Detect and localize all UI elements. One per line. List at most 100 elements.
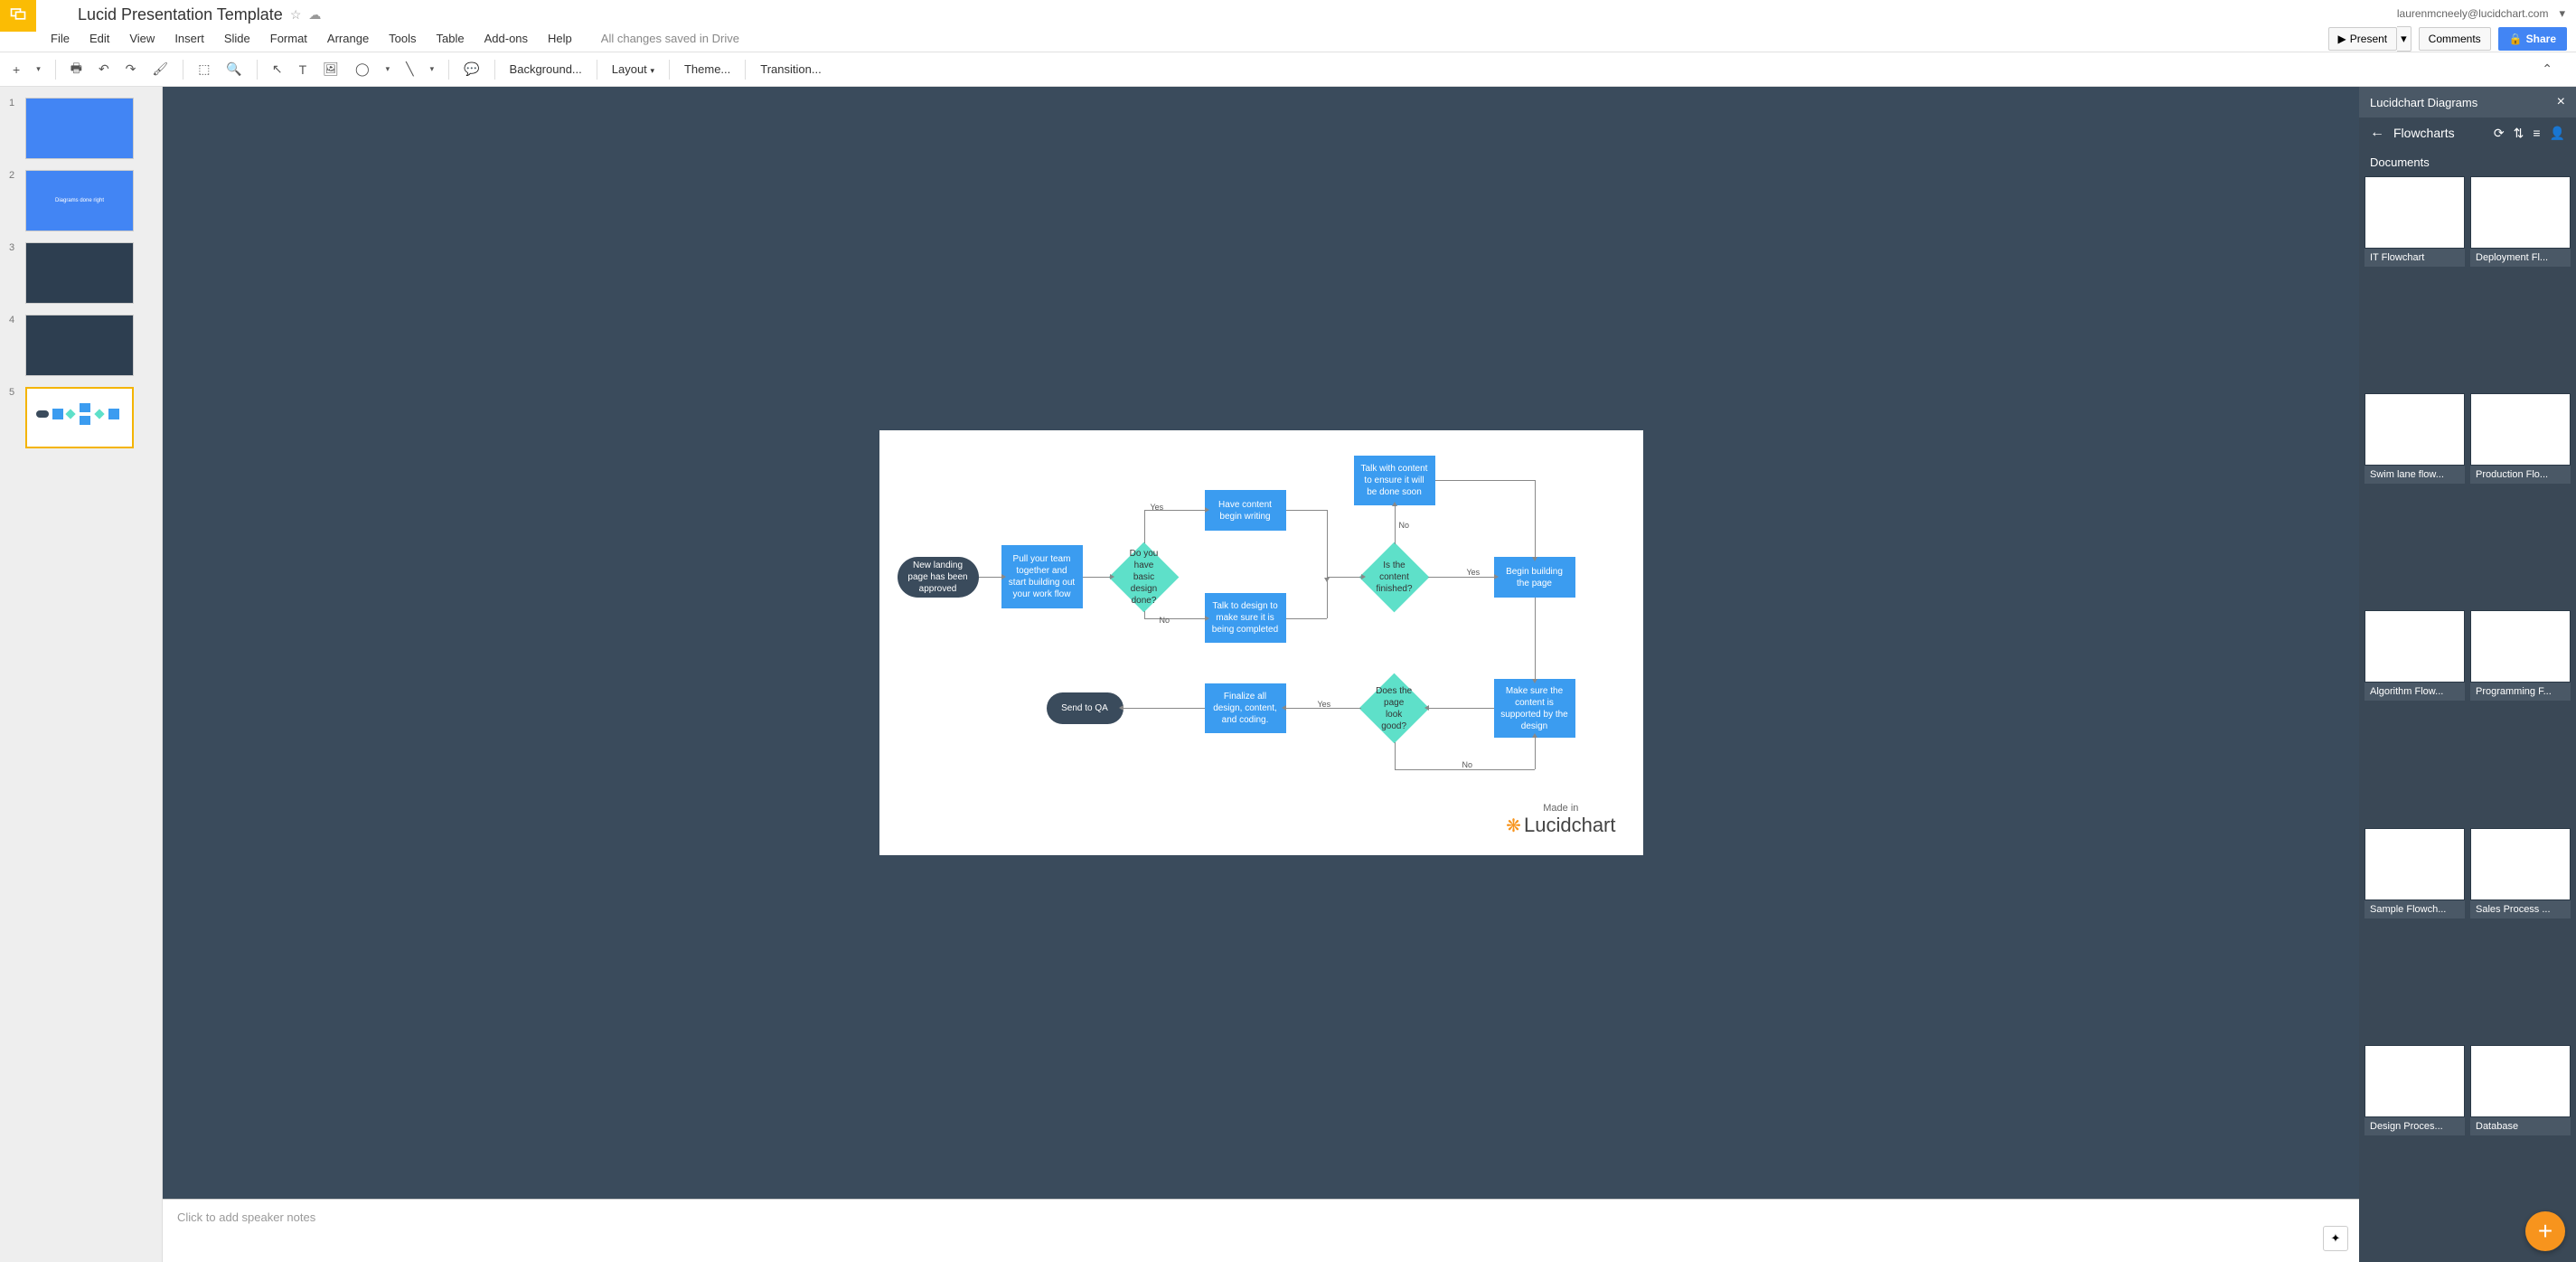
flowchart-edge [1286, 618, 1327, 619]
share-button[interactable]: 🔒 Share [2498, 27, 2567, 51]
doc-title[interactable]: Lucid Presentation Template [78, 5, 283, 24]
new-slide-dropdown[interactable]: ▾ [31, 61, 46, 78]
slide-thumbnail[interactable] [25, 387, 134, 448]
flowchart-edge [1428, 577, 1494, 578]
comment-icon[interactable]: 💬 [458, 58, 484, 80]
doc-card[interactable]: Sales Process ... [2470, 828, 2571, 1040]
doc-card[interactable]: Sample Flowch... [2364, 828, 2465, 1040]
menu-tools[interactable]: Tools [380, 28, 425, 49]
menu-view[interactable]: View [120, 28, 164, 49]
menu-add-ons[interactable]: Add-ons [475, 28, 537, 49]
add-diagram-fab[interactable]: + [2525, 1211, 2565, 1251]
comments-button[interactable]: Comments [2419, 27, 2491, 51]
flowchart-end[interactable]: Send to QA [1047, 692, 1123, 724]
sidebar-title: Lucidchart Diagrams [2370, 96, 2477, 109]
flowchart-decision[interactable]: Do you have basic design done? [1108, 542, 1179, 613]
menu-slide[interactable]: Slide [215, 28, 259, 49]
sort-icon[interactable]: ⇅ [2514, 126, 2524, 141]
print-icon[interactable]: 🖶 [65, 55, 88, 84]
flowchart-process[interactable]: Talk with content to ensure it will be d… [1354, 456, 1435, 505]
menu-insert[interactable]: Insert [165, 28, 213, 49]
new-slide-button[interactable]: + [7, 59, 25, 80]
doc-card[interactable]: Programming F... [2470, 610, 2571, 822]
doc-card[interactable]: Swim lane flow... [2364, 393, 2465, 605]
explore-button[interactable]: ✦ [2323, 1226, 2348, 1251]
close-icon[interactable]: × [2557, 94, 2565, 110]
slide-number: 3 [9, 242, 20, 304]
toolbar-separator [55, 60, 56, 80]
flowchart-edge [1395, 769, 1535, 770]
collapse-toolbar-icon[interactable]: ⌃ [2536, 58, 2558, 80]
select-tool-icon[interactable]: ↖ [267, 58, 288, 80]
redo-icon[interactable]: ↷ [120, 58, 142, 80]
paint-format-icon[interactable]: 🖌 [146, 58, 174, 80]
account-icon[interactable]: 👤 [2550, 126, 2565, 141]
shape-dropdown-icon[interactable]: ▾ [381, 61, 396, 78]
flowchart-decision[interactable]: Does the page look good? [1359, 673, 1429, 744]
doc-card[interactable]: Design Proces... [2364, 1045, 2465, 1257]
flowchart-process[interactable]: Finalize all design, content, and coding… [1205, 683, 1286, 733]
slide-thumbnail[interactable] [25, 315, 134, 376]
transition-button[interactable]: Transition... [755, 59, 826, 80]
share-icon: 🔒 [2509, 33, 2523, 45]
move-to-folder-icon[interactable]: ☁ [308, 7, 321, 23]
slide-thumbnail[interactable] [25, 242, 134, 304]
app-logo[interactable] [0, 0, 36, 32]
flowchart-process[interactable]: Have content begin writing [1205, 490, 1286, 531]
background-button[interactable]: Background... [504, 59, 588, 80]
line-dropdown-icon[interactable]: ▾ [425, 61, 440, 78]
user-email[interactable]: laurenmcneely@lucidchart.com [2397, 7, 2549, 20]
slide-number: 2 [9, 170, 20, 231]
menu-file[interactable]: File [42, 28, 79, 49]
flowchart-edge [1144, 510, 1145, 543]
slide-canvas[interactable]: New landing page has been approved Pull … [879, 430, 1643, 855]
slide-number: 4 [9, 315, 20, 376]
doc-card[interactable]: Deployment Fl... [2470, 176, 2571, 388]
flowchart-process[interactable]: Begin building the page [1494, 557, 1575, 598]
flowchart-process[interactable]: Make sure the content is supported by th… [1494, 679, 1575, 738]
refresh-icon[interactable]: ⟳ [2494, 126, 2505, 141]
flowchart-start[interactable]: New landing page has been approved [898, 557, 979, 598]
flowchart-edge [1535, 480, 1536, 557]
doc-card[interactable]: Algorithm Flow... [2364, 610, 2465, 822]
undo-icon[interactable]: ↶ [93, 58, 115, 80]
flowchart-edge [1535, 598, 1536, 679]
text-box-icon[interactable]: T [294, 59, 313, 80]
present-dropdown[interactable]: ▾ [2397, 26, 2411, 52]
slide-thumbnail[interactable]: Diagrams done right [25, 170, 134, 231]
star-icon[interactable]: ☆ [290, 7, 302, 23]
slide-number: 5 [9, 387, 20, 448]
edge-label-no: No [1399, 521, 1410, 530]
flowchart-decision[interactable]: Is the content finished? [1359, 542, 1429, 613]
sidebar-nav-title: Flowcharts [2393, 126, 2485, 140]
theme-button[interactable]: Theme... [679, 59, 736, 80]
doc-card[interactable]: Production Flo... [2470, 393, 2571, 605]
line-tool-icon[interactable]: ╲ [400, 58, 418, 80]
slide-thumbnail[interactable] [25, 98, 134, 159]
image-icon[interactable]: 🖼 [317, 58, 344, 80]
flowchart-edge [1395, 742, 1396, 769]
flowchart-edge [1144, 611, 1145, 618]
toolbar-separator [494, 60, 495, 80]
speaker-notes[interactable]: Click to add speaker notes [163, 1199, 2359, 1262]
present-button[interactable]: ▶ Present [2328, 27, 2398, 51]
menu-help[interactable]: Help [539, 28, 581, 49]
flowchart-process[interactable]: Pull your team together and start buildi… [1001, 545, 1083, 608]
doc-card[interactable]: IT Flowchart [2364, 176, 2465, 388]
flowchart-process[interactable]: Talk to design to make sure it is being … [1205, 593, 1286, 643]
edge-label-yes: Yes [1318, 700, 1331, 709]
zoom-icon[interactable]: 🔍 [221, 58, 247, 80]
menu-format[interactable]: Format [261, 28, 316, 49]
layout-button[interactable]: Layout ▾ [606, 59, 660, 80]
zoom-fit-icon[interactable]: ⬚ [193, 58, 215, 80]
toolbar-separator [257, 60, 258, 80]
shape-icon[interactable]: ◯ [350, 58, 375, 80]
account-dropdown-icon[interactable]: ▾ [2559, 6, 2565, 21]
menu-table[interactable]: Table [428, 28, 474, 49]
lucidchart-logo-icon: ❋ [1506, 816, 1521, 836]
list-icon[interactable]: ≡ [2533, 126, 2540, 141]
flowchart-edge [1395, 506, 1396, 544]
back-arrow-icon[interactable]: ← [2370, 125, 2384, 141]
menu-arrange[interactable]: Arrange [318, 28, 378, 49]
menu-edit[interactable]: Edit [80, 28, 118, 49]
